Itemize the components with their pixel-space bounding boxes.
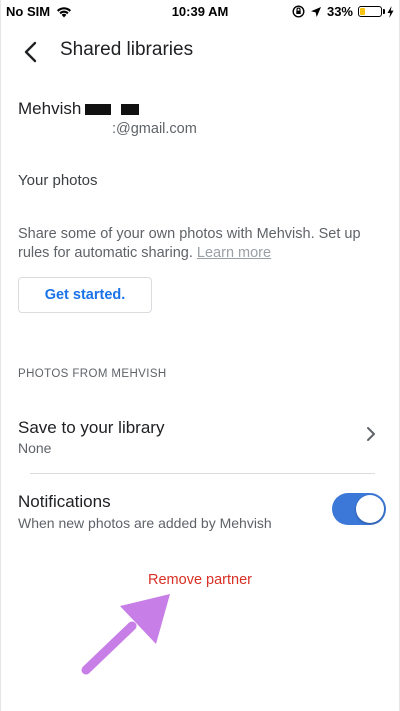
notifications-row: Notifications When new photos are added … [0,486,400,536]
save-to-library-row[interactable]: Save to your library None [0,408,400,466]
share-description: Share some of your own photos with Mehvi… [18,225,388,263]
notifications-toggle[interactable] [332,493,386,525]
frame-edge-left [0,0,1,711]
annotation-arrow-icon [81,594,170,675]
toggle-knob [356,495,384,523]
charging-icon [387,5,394,18]
battery-icon [358,6,385,17]
photos-from-header: PHOTOS FROM MEHVISH [18,368,167,380]
account-email: :@gmail.com [112,121,197,137]
orientation-lock-icon [292,5,305,18]
redaction-mark [121,104,139,115]
account-name: Mehvish [18,99,82,118]
battery-percent: 33% [326,4,353,19]
divider [30,473,375,474]
save-to-library-value: None [18,440,52,456]
remove-partner-button[interactable]: Remove partner [0,572,400,588]
status-bar: No SIM 10:39 AM 33% [0,0,400,24]
your-photos-title: Your photos [18,172,98,189]
page-title: Shared libraries [60,39,194,60]
notifications-title: Notifications [18,492,111,511]
location-icon [310,6,321,17]
save-to-library-title: Save to your library [18,418,165,437]
back-arrow-icon[interactable] [18,38,46,66]
share-description-text: Share some of your own photos with Mehvi… [18,226,361,261]
battery-fill [360,8,366,15]
notifications-subtitle: When new photos are added by Mehvish [18,515,272,531]
status-right: 33% [292,4,394,19]
app-bar: Shared libraries [0,30,400,74]
get-started-button[interactable]: Get started. [18,277,152,313]
learn-more-link[interactable]: Learn more [197,245,271,261]
chevron-right-icon [367,427,375,441]
redaction-mark [85,104,111,115]
